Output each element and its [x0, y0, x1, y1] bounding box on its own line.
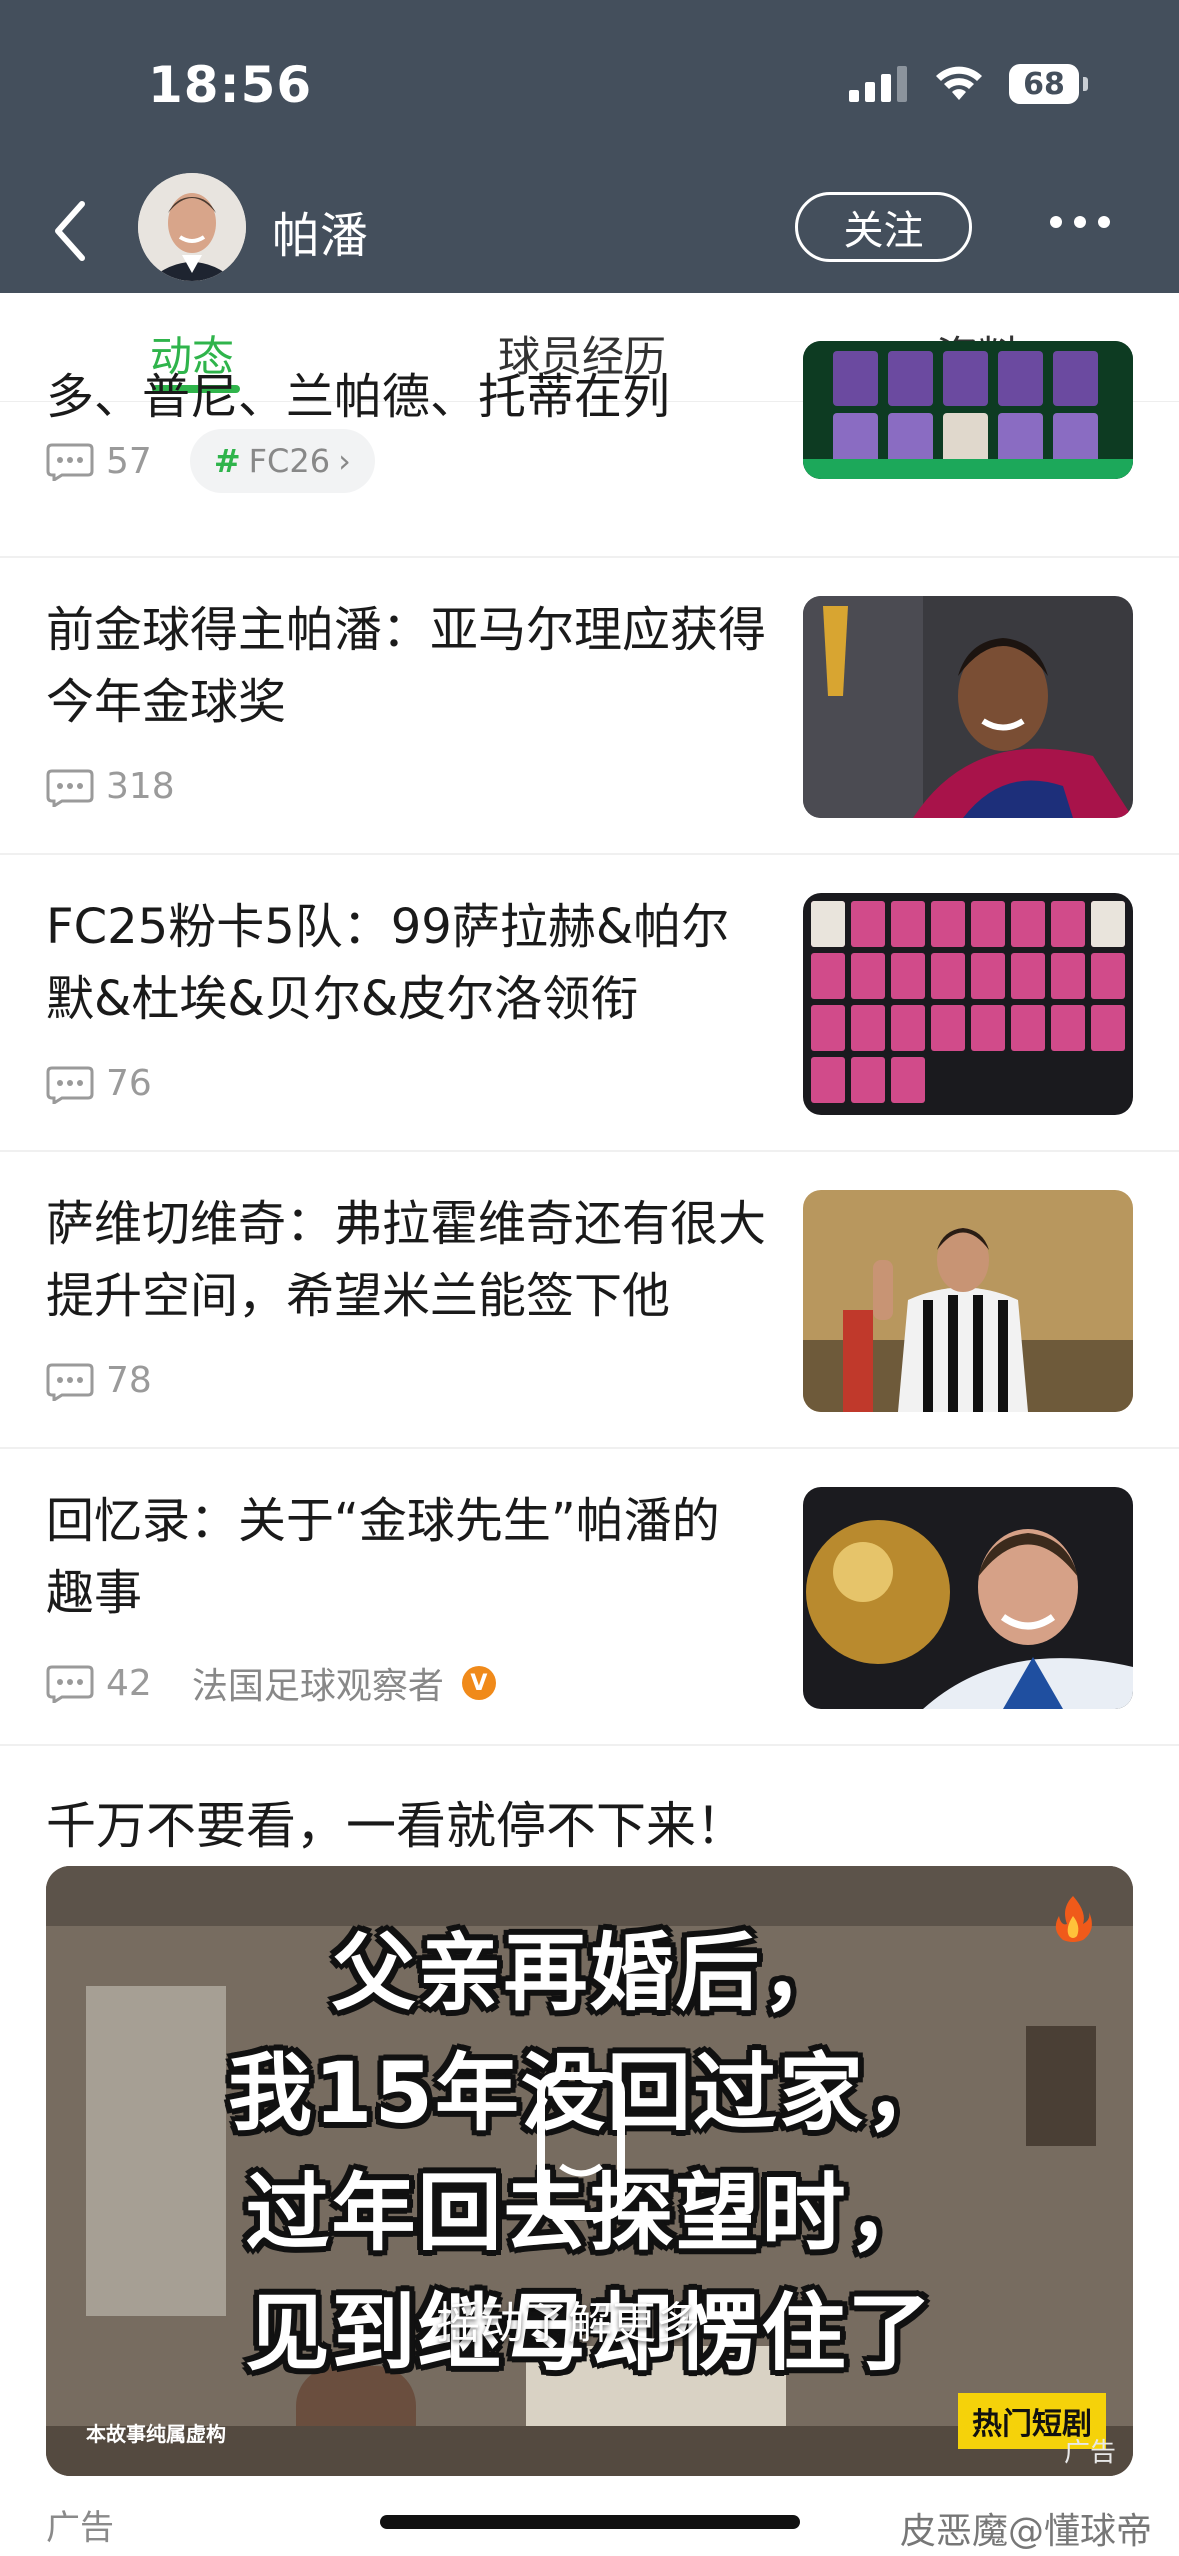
player-jersey-image [803, 1190, 1133, 1412]
source-name[interactable]: 法国足球观察者 [192, 1657, 444, 1709]
comment-icon [46, 1066, 94, 1104]
ad-shake-hint: 摇动了解更多 [436, 2298, 700, 2349]
list-item[interactable]: 前金球得主帕潘：亚马尔理应获得今年金球奖 318 [0, 556, 1179, 855]
item-title: 前金球得主帕潘：亚马尔理应获得今年金球奖 [46, 602, 767, 730]
item-meta: 78 [46, 1360, 152, 1401]
wifi-icon [936, 66, 982, 100]
player-cards-image [803, 341, 1133, 479]
tag-label: FC26 [248, 442, 331, 480]
shake-phone-icon [537, 2072, 625, 2220]
avatar[interactable] [138, 173, 246, 281]
item-meta: 42 法国足球观察者 V [46, 1657, 496, 1709]
status-time: 18:56 [148, 56, 313, 114]
home-indicator[interactable] [380, 2515, 800, 2529]
ad-label: 广告 [46, 2508, 114, 2548]
status-icons: 68 [849, 64, 1088, 104]
comment-count: 318 [106, 766, 175, 807]
item-meta: 318 [46, 766, 175, 807]
comment-icon [46, 769, 94, 807]
profile-name: 帕潘 [272, 208, 369, 264]
comment-icon [46, 1665, 94, 1703]
item-thumbnail [803, 1487, 1133, 1709]
item-meta: 57 # FC26 › [46, 429, 375, 493]
ad-video-card[interactable]: 父亲再婚后， 我15年没回过家， 过年回去探望时， 见到继母却愣住了 摇动了解更… [46, 1866, 1133, 2476]
item-thumbnail [803, 1190, 1133, 1412]
pink-cards-image [803, 893, 1133, 1115]
list-item[interactable]: 回忆录：关于“金球先生”帕潘的趣事 42 法国足球观察者 V [0, 1447, 1179, 1746]
item-title: 多、普尼、兰帕德、托蒂在列 [46, 369, 671, 425]
battery-icon: 68 [1009, 64, 1088, 104]
hashtag-icon: # [213, 442, 241, 480]
watermark: 皮恶魔@懂球帝 [900, 2511, 1153, 2552]
profile-header: 18:56 68 帕潘 关注 [0, 0, 1179, 293]
item-title: 萨维切维奇：弗拉霍维奇还有很大提升空间，希望米兰能签下他 [46, 1196, 767, 1324]
comment-icon [46, 443, 94, 481]
comment-count: 78 [106, 1360, 152, 1401]
ad-small-label: 广告 [1064, 2438, 1117, 2468]
comment-count: 42 [106, 1662, 152, 1704]
golden-ball-image [803, 1487, 1133, 1709]
item-meta: 76 [46, 1063, 152, 1104]
list-item[interactable]: 多、普尼、兰帕德、托蒂在列 57 # FC26 › [0, 341, 1179, 558]
comment-icon [46, 1363, 94, 1401]
ad-title[interactable]: 千万不要看，一看就停不下来！ [46, 1786, 746, 1858]
fire-icon [1055, 1896, 1092, 1942]
ad-disclaimer: 本故事纯属虚构 [86, 2422, 226, 2446]
item-thumbnail [803, 341, 1133, 479]
item-thumbnail [803, 596, 1133, 818]
verified-badge-icon: V [461, 1666, 496, 1700]
comment-count: 57 [106, 440, 152, 482]
ad-caption-line: 父亲再婚后， [331, 1924, 848, 2022]
avatar-portrait-icon [138, 173, 246, 281]
signal-icon [849, 66, 907, 102]
item-title: FC25粉卡5队：99萨拉赫&帕尔默&杜埃&贝尔&皮尔洛领衔 [46, 899, 730, 1027]
player-trophy-image [803, 596, 1133, 818]
back-arrow-icon[interactable] [50, 196, 90, 266]
list-item[interactable]: FC25粉卡5队：99萨拉赫&帕尔默&杜埃&贝尔&皮尔洛领衔 76 [0, 853, 1179, 1152]
chevron-right-icon: › [338, 442, 351, 480]
comment-count: 76 [106, 1063, 152, 1104]
item-title: 回忆录：关于“金球先生”帕潘的趣事 [46, 1493, 720, 1621]
item-thumbnail [803, 893, 1133, 1115]
list-item[interactable]: 萨维切维奇：弗拉霍维奇还有很大提升空间，希望米兰能签下他 78 [0, 1150, 1179, 1449]
more-options-icon[interactable] [1050, 216, 1110, 228]
follow-button[interactable]: 关注 [795, 192, 972, 262]
topic-tag[interactable]: # FC26 › [189, 429, 375, 493]
